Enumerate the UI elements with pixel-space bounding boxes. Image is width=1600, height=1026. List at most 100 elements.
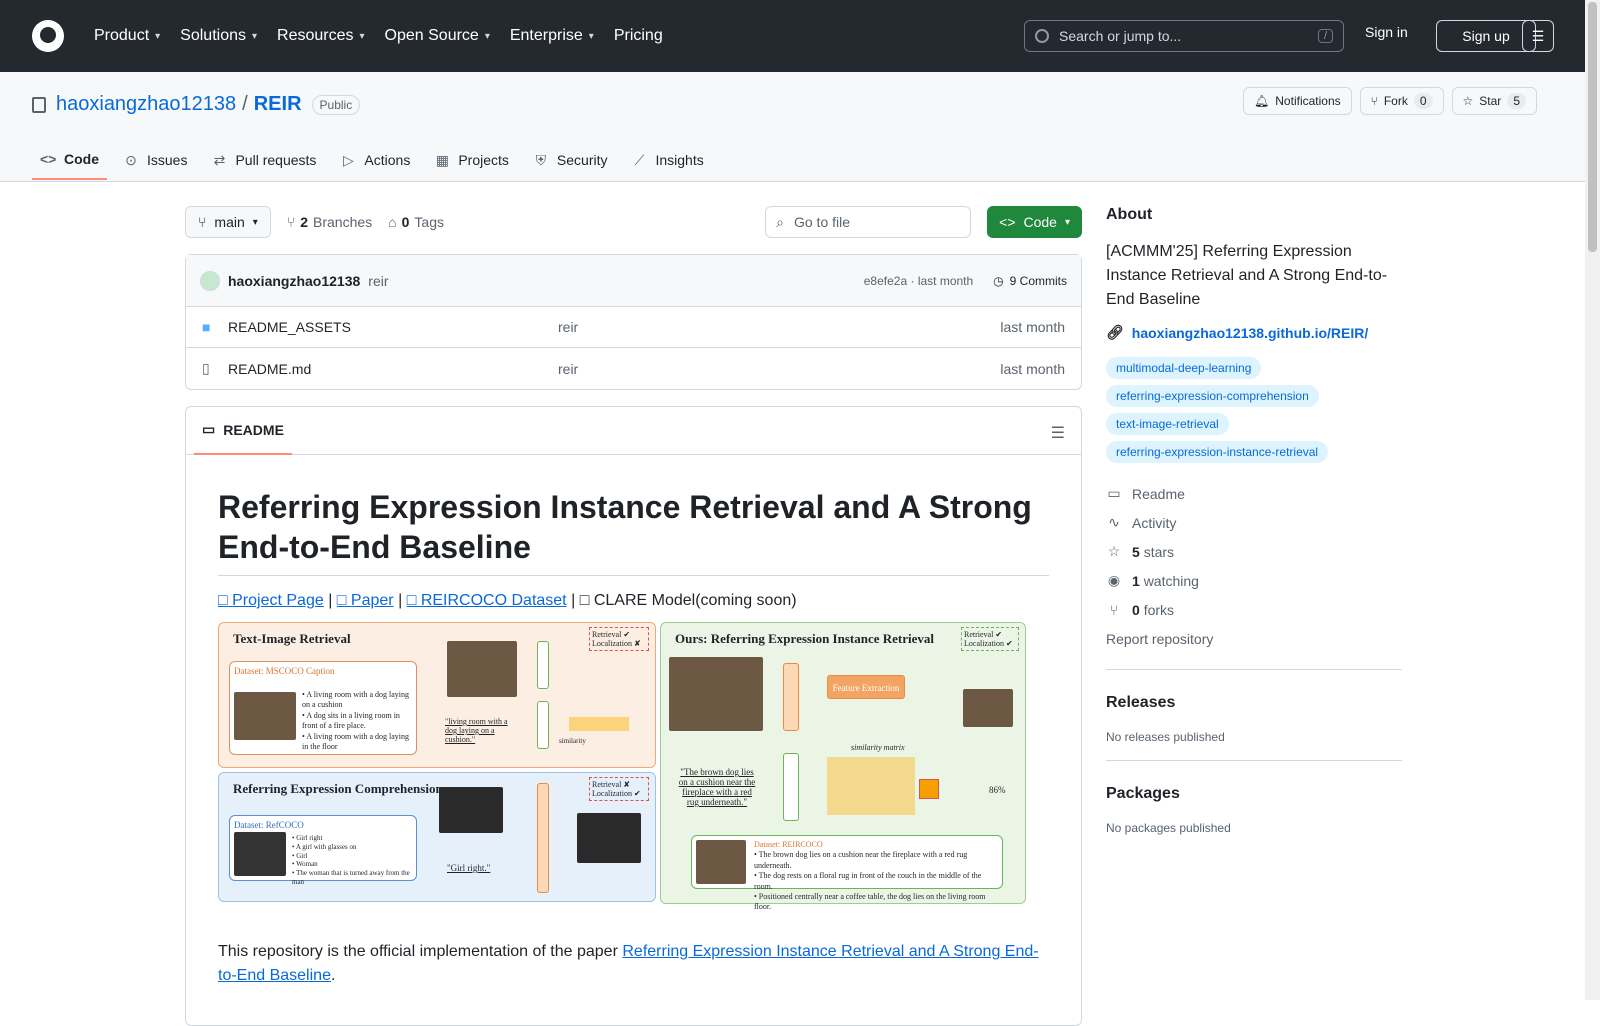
tab-security[interactable]: ⛨ Security bbox=[525, 140, 616, 180]
go-to-file-input[interactable]: ⌕ Go to file bbox=[765, 206, 972, 238]
notifications-button[interactable]: 🔔︎ Notifications bbox=[1243, 87, 1352, 115]
search-icon bbox=[1035, 29, 1049, 43]
page-scrollbar[interactable] bbox=[1585, 0, 1600, 1000]
scrollbar-thumb[interactable] bbox=[1588, 2, 1597, 252]
nav-pricing[interactable]: Pricing bbox=[606, 20, 671, 52]
sign-up-button[interactable]: Sign up bbox=[1436, 20, 1536, 52]
readme-body: Referring Expression Instance Retrieval … bbox=[186, 455, 1081, 1020]
graph-icon: ⟋ bbox=[634, 151, 645, 168]
visibility-badge: Public bbox=[311, 94, 361, 115]
visual-encoder-block bbox=[537, 641, 549, 689]
nav-solutions[interactable]: Solutions ▾ bbox=[172, 20, 265, 52]
dataset-link[interactable]: □ REIRCOCO Dataset bbox=[407, 592, 567, 609]
file-toolbar: ⑂ main ▾ ⑂ 2 Branches ⌂ 0 Tags ⌕ Go to file <> C… bbox=[185, 206, 1082, 238]
packages-section: Packages No packages published bbox=[1106, 760, 1402, 835]
nav-open-source[interactable]: Open Source ▾ bbox=[377, 20, 498, 52]
topic-tag[interactable]: referring-expression-instance-retrieval bbox=[1106, 441, 1329, 463]
fork-count: 0 bbox=[1413, 93, 1433, 109]
chevron-down-icon: ▾ bbox=[252, 30, 258, 42]
paper-link[interactable]: □ Paper bbox=[337, 592, 394, 609]
keyboard-shortcut-badge: / bbox=[1317, 29, 1333, 43]
referring-expression-comprehension-panel: Referring Expression Comprehension Datas… bbox=[218, 772, 656, 902]
top-score-cell bbox=[919, 779, 939, 799]
project-page-link[interactable]: □ Project Page bbox=[218, 592, 324, 609]
image-grid bbox=[669, 657, 763, 731]
file-row[interactable]: ▯ README.md reir last month bbox=[186, 348, 1081, 389]
commits-link[interactable]: ◷ 9 Commits bbox=[993, 274, 1067, 288]
github-logo-icon[interactable] bbox=[32, 20, 64, 52]
releases-heading[interactable]: Releases bbox=[1106, 694, 1402, 712]
book-icon: ▭ bbox=[202, 421, 216, 437]
branch-icon: ⑂ bbox=[286, 214, 296, 230]
issue-icon: ⊙ bbox=[125, 151, 137, 168]
main-content: ⑂ main ▾ ⑂ 2 Branches ⌂ 0 Tags ⌕ Go to file <> C… bbox=[185, 206, 1082, 1026]
code-icon: <> bbox=[999, 214, 1016, 230]
code-dropdown-button[interactable]: <> Code ▾ bbox=[987, 206, 1082, 238]
sign-in-link[interactable]: Sign in bbox=[1365, 24, 1408, 40]
report-repository-link[interactable]: Report repository bbox=[1106, 624, 1402, 653]
branch-select[interactable]: ⑂ main ▾ bbox=[185, 206, 271, 238]
topic-tag[interactable]: referring-expression-comprehension bbox=[1106, 385, 1319, 407]
fork-button[interactable]: ⑂ Fork 0 bbox=[1359, 87, 1444, 115]
readme-links: □ Project Page | □ Paper | □ REIRCOCO Da… bbox=[218, 592, 797, 609]
file-row[interactable]: ■ README_ASSETS reir last month bbox=[186, 307, 1081, 348]
reir-panel: Ours: Referring Expression Instance Retr… bbox=[660, 622, 1026, 911]
packages-heading[interactable]: Packages bbox=[1106, 785, 1402, 803]
tab-code[interactable]: <> Code bbox=[32, 140, 107, 180]
forks-link[interactable]: ⑂ 0 forks bbox=[1106, 595, 1402, 624]
topic-tag[interactable]: multimodal-deep-learning bbox=[1106, 357, 1262, 379]
play-icon: ▷ bbox=[343, 151, 354, 168]
commit-author[interactable]: haoxiangzhao12138 bbox=[228, 273, 360, 289]
readme-description: This repository is the official implemen… bbox=[218, 943, 1039, 984]
book-icon: ▭ bbox=[1107, 485, 1121, 501]
outline-icon[interactable]: ☰ bbox=[1051, 423, 1065, 443]
folder-icon: ■ bbox=[202, 319, 211, 335]
nav-product[interactable]: Product ▾ bbox=[86, 20, 168, 52]
activity-link[interactable]: ∿ Activity bbox=[1106, 508, 1402, 537]
readme-link[interactable]: ▭ Readme bbox=[1106, 479, 1402, 508]
commit-message[interactable]: reir bbox=[368, 273, 388, 289]
path-separator: / bbox=[242, 93, 248, 115]
branches-link[interactable]: ⑂ 2 Branches bbox=[287, 214, 372, 230]
dataset-photo bbox=[234, 692, 296, 740]
eye-icon: ◉ bbox=[1107, 572, 1121, 588]
tab-insights[interactable]: ⟋ Insights bbox=[623, 140, 711, 180]
image-grid bbox=[447, 641, 517, 697]
readme-tab[interactable]: ▭ README bbox=[194, 407, 292, 455]
readme-header: ▭ README ☰ bbox=[186, 407, 1081, 455]
link-icon: 🔗︎ bbox=[1106, 324, 1124, 340]
menu-icon[interactable]: ☰ bbox=[1522, 20, 1554, 52]
watchers-link[interactable]: ◉ 1 watching bbox=[1106, 566, 1402, 595]
feature-extraction-block: Feature Extraction bbox=[827, 675, 905, 699]
commit-hash[interactable]: e8efe2a bbox=[864, 274, 907, 288]
homepage-link[interactable]: 🔗︎ haoxiangzhao12138.github.io/REIR/ bbox=[1106, 324, 1402, 341]
star-button[interactable]: ☆ Star 5 bbox=[1451, 87, 1537, 115]
bell-icon: 🔔︎ bbox=[1254, 94, 1270, 108]
avatar[interactable] bbox=[200, 270, 220, 291]
about-heading: About bbox=[1106, 206, 1153, 223]
topics-list: multimodal-deep-learning referring-expre… bbox=[1106, 357, 1402, 463]
topic-tag[interactable]: text-image-retrieval bbox=[1106, 413, 1229, 435]
chevron-down-icon: ▾ bbox=[155, 30, 161, 42]
chevron-down-icon: ▾ bbox=[359, 30, 365, 42]
tab-pull-requests[interactable]: ⇄ Pull requests bbox=[203, 140, 324, 180]
latest-commit: haoxiangzhao12138 reir e8efe2a · last mo… bbox=[186, 255, 1081, 307]
star-icon: ☆ bbox=[1462, 94, 1474, 108]
tags-link[interactable]: ⌂ 0 Tags bbox=[388, 214, 444, 230]
global-search-input[interactable]: Search or jump to... / bbox=[1024, 20, 1344, 52]
stars-link[interactable]: ☆ 5 stars bbox=[1106, 537, 1402, 566]
repo-owner-link[interactable]: haoxiangzhao12138 bbox=[56, 93, 236, 116]
repo-actions: 🔔︎ Notifications ⑂ Fork 0 ☆ Star 5 bbox=[1243, 87, 1537, 115]
cross-modal-fusion-block bbox=[537, 783, 549, 893]
repo-name-link[interactable]: REIR bbox=[254, 93, 302, 116]
tab-projects[interactable]: ▦ Projects bbox=[426, 140, 517, 180]
fork-icon: ⑂ bbox=[1109, 601, 1119, 618]
history-icon: ◷ bbox=[993, 273, 1004, 288]
nav-resources[interactable]: Resources ▾ bbox=[269, 20, 373, 52]
result-photo bbox=[963, 689, 1013, 727]
tab-issues[interactable]: ⊙ Issues bbox=[115, 140, 195, 180]
dataset-photo bbox=[696, 840, 746, 884]
repo-header: haoxiangzhao12138 / REIR Public 🔔︎ Notifi… bbox=[0, 72, 1585, 182]
tab-actions[interactable]: ▷ Actions bbox=[332, 140, 418, 180]
nav-enterprise[interactable]: Enterprise ▾ bbox=[502, 20, 602, 52]
